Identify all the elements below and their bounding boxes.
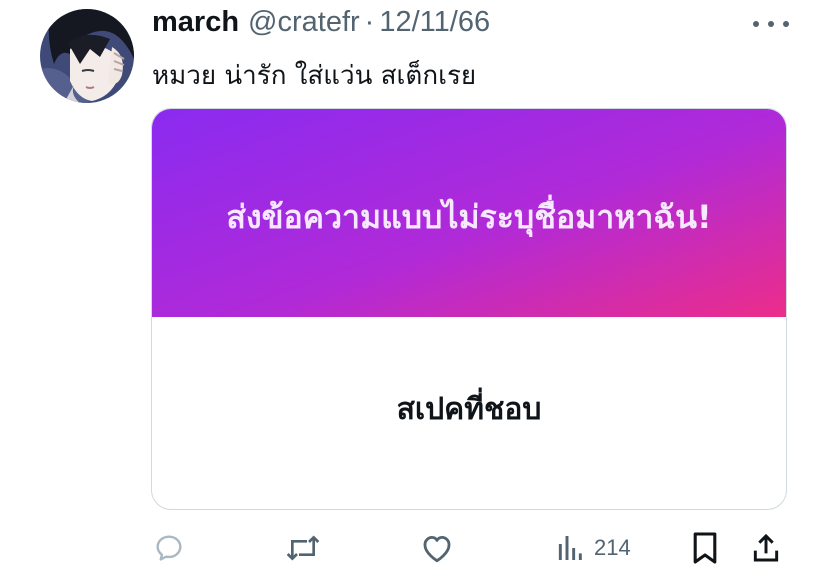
views-icon (558, 536, 582, 560)
retweet-button[interactable] (284, 528, 322, 568)
dot (768, 21, 774, 27)
avatar-image (40, 9, 134, 103)
reply-icon (156, 535, 182, 561)
bookmark-button[interactable] (691, 528, 719, 568)
like-button[interactable] (420, 528, 454, 568)
views-button[interactable]: 214 (556, 528, 631, 568)
tweet-text: หมวย น่ารัก ใส่แว่น สเต็กเรย (152, 61, 477, 91)
tweet-header: march @cratefr · 12/11/66 (152, 6, 490, 42)
dot (783, 21, 789, 27)
retweet-icon (286, 535, 320, 561)
action-bar: 214 (0, 528, 827, 568)
views-count: 214 (594, 535, 631, 560)
card-prompt: ส่งข้อความแบบไม่ระบุชื่อมาหาฉัน! (226, 198, 712, 236)
dot (753, 21, 759, 27)
avatar[interactable] (40, 9, 134, 103)
display-name[interactable]: march (152, 6, 239, 39)
card-body: สเปคที่ชอบ (152, 317, 786, 509)
separator-dot: · (364, 6, 375, 38)
anonymous-message-card[interactable]: ส่งข้อความแบบไม่ระบุชื่อมาหาฉัน! สเปคที่… (151, 108, 787, 510)
share-button[interactable] (750, 528, 782, 568)
bookmark-icon (693, 532, 717, 564)
tweet-date[interactable]: 12/11/66 (379, 6, 490, 39)
heart-icon (423, 535, 451, 563)
share-icon (753, 533, 779, 562)
reply-button[interactable] (153, 528, 185, 568)
more-options-icon[interactable] (753, 12, 789, 36)
user-handle[interactable]: @cratefr (248, 6, 360, 39)
card-answer: สเปคที่ชอบ (396, 391, 542, 427)
card-header: ส่งข้อความแบบไม่ระบุชื่อมาหาฉัน! (152, 109, 786, 317)
